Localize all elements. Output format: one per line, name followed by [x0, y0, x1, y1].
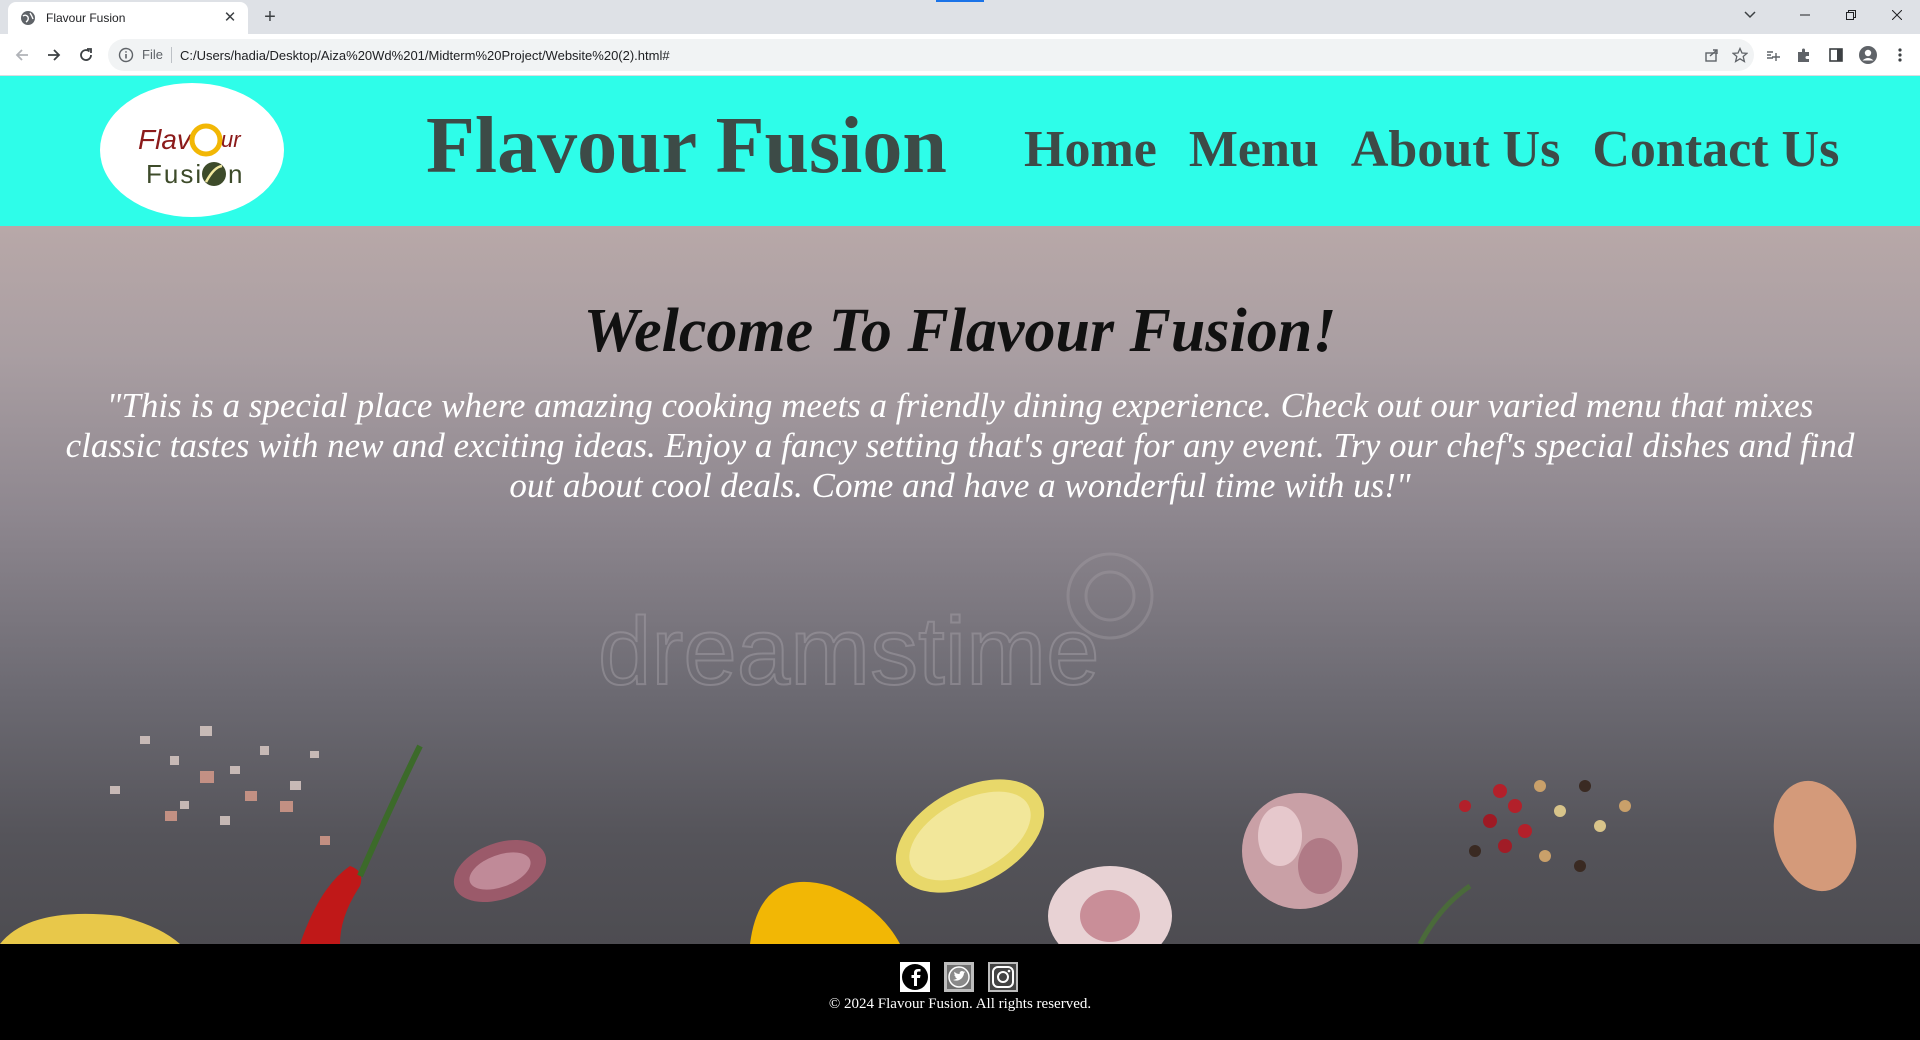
tab-title: Flavour Fusion: [46, 11, 126, 25]
info-icon[interactable]: [118, 47, 134, 63]
peppercorns: [1459, 780, 1631, 872]
hero-section: dreamstime Welcome To Flavour Fusion! "T…: [0, 226, 1920, 944]
bookmark-star-icon[interactable]: [1726, 41, 1754, 69]
herb-sprig: [1417, 883, 1472, 944]
address-bar[interactable]: File C:/Users/hadia/Desktop/Aiza%20Wd%20…: [108, 39, 1754, 71]
share-icon[interactable]: [1698, 41, 1726, 69]
site-logo[interactable]: Flav ur Fusi n: [100, 83, 284, 217]
logo-text-line2: Fusi: [146, 159, 203, 189]
nav-link-home[interactable]: Home: [1024, 124, 1157, 176]
facebook-icon[interactable]: [900, 962, 930, 992]
tab-strip-accent: [936, 0, 984, 2]
nav-link-about-us[interactable]: About Us: [1351, 124, 1561, 176]
window-controls: [1782, 0, 1920, 30]
lemon-half: [750, 881, 900, 944]
new-tab-button[interactable]: +: [258, 6, 282, 30]
site-footer: © 2024 Flavour Fusion. All rights reserv…: [0, 944, 1920, 1040]
globe-icon: [21, 11, 35, 25]
back-arrow-icon[interactable]: [10, 43, 34, 67]
hero-title: Welcome To Flavour Fusion!: [583, 297, 1337, 365]
restore-button[interactable]: [1828, 0, 1874, 30]
side-panel-icon[interactable]: [1824, 43, 1848, 67]
garlic-bulb: [1242, 793, 1358, 909]
pink-salt: [165, 771, 330, 845]
forward-arrow-icon[interactable]: [42, 43, 66, 67]
browser-tab[interactable]: Flavour Fusion ✕: [8, 2, 248, 34]
instagram-icon[interactable]: [988, 962, 1018, 992]
extensions-puzzle-icon[interactable]: [1792, 43, 1816, 67]
red-chili: [300, 866, 362, 944]
browser-tab-strip: Flavour Fusion ✕ +: [0, 0, 1920, 34]
tab-search-chevron-icon[interactable]: [1730, 0, 1770, 30]
minimize-button[interactable]: [1782, 0, 1828, 30]
web-page: Flav ur Fusi n Flavour Fusion Home Menu …: [0, 76, 1920, 1040]
nav-link-menu[interactable]: Menu: [1189, 124, 1319, 176]
logo-text-line1b: ur: [221, 127, 242, 152]
profile-avatar-icon[interactable]: [1856, 43, 1880, 67]
close-window-button[interactable]: [1874, 0, 1920, 30]
twitter-icon[interactable]: [944, 962, 974, 992]
url-scheme-label: File: [142, 47, 172, 63]
site-title: Flavour Fusion: [426, 102, 947, 190]
more-options-icon[interactable]: [1888, 43, 1912, 67]
logo-leaf-o: [202, 162, 226, 186]
tab-search-icon[interactable]: [1760, 43, 1784, 67]
logo-o-ring: [189, 123, 223, 157]
main-nav: Home Menu About Us Contact Us: [1024, 124, 1839, 176]
social-links: [900, 962, 1018, 992]
nav-link-contact-us[interactable]: Contact Us: [1592, 124, 1839, 176]
url-text[interactable]: C:/Users/hadia/Desktop/Aiza%20Wd%201/Mid…: [180, 48, 1698, 63]
lemon-slice-left: [0, 913, 180, 944]
site-header: Flav ur Fusi n Flavour Fusion Home Menu …: [0, 76, 1920, 226]
watermark-text: dreamstime: [598, 598, 1099, 705]
logo-text-line1: Flav: [138, 124, 193, 155]
logo-text-line2b: n: [228, 159, 242, 189]
shallot-right: [1773, 780, 1857, 892]
copyright-text: © 2024 Flavour Fusion. All rights reserv…: [828, 996, 1092, 1012]
reload-icon[interactable]: [74, 43, 98, 67]
hero-description: "This is a special place where amazing c…: [65, 386, 1855, 505]
browser-toolbar: File C:/Users/hadia/Desktop/Aiza%20Wd%20…: [0, 34, 1920, 76]
close-tab-icon[interactable]: ✕: [222, 10, 238, 26]
